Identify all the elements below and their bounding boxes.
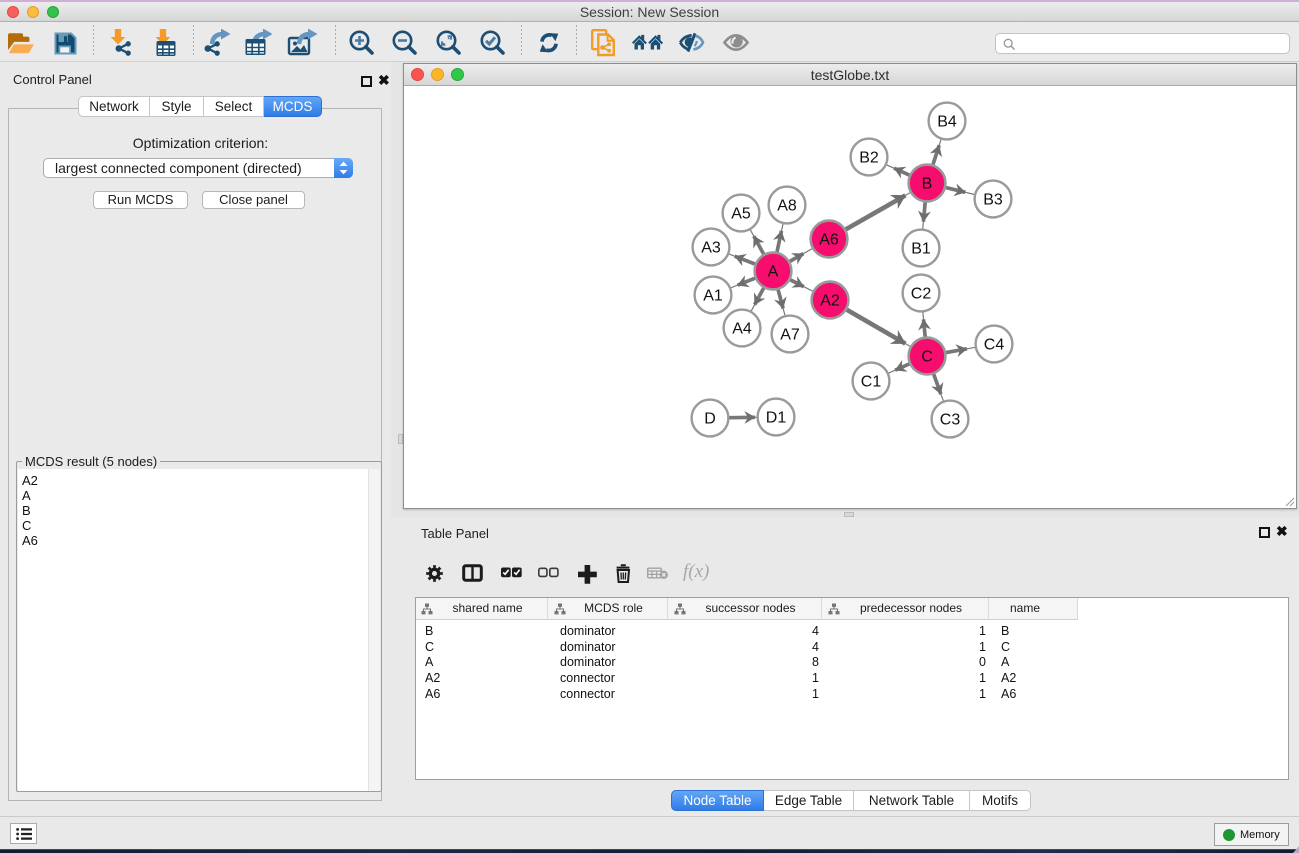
svg-text:B: B — [922, 176, 933, 193]
svg-text:C3: C3 — [940, 412, 961, 429]
svg-text:A4: A4 — [732, 321, 752, 338]
svg-text:C4: C4 — [984, 337, 1005, 354]
svg-text:A1: A1 — [703, 288, 723, 305]
svg-text:B2: B2 — [859, 150, 879, 167]
svg-text:A7: A7 — [780, 327, 800, 344]
svg-text:A6: A6 — [819, 232, 839, 249]
svg-text:B4: B4 — [937, 114, 957, 131]
svg-text:C: C — [921, 349, 933, 366]
svg-text:B1: B1 — [911, 241, 931, 258]
svg-text:A5: A5 — [731, 206, 751, 223]
svg-text:D1: D1 — [766, 410, 787, 427]
svg-text:B3: B3 — [983, 192, 1003, 209]
svg-text:C1: C1 — [861, 374, 882, 391]
svg-text:A2: A2 — [820, 293, 840, 310]
svg-text:C2: C2 — [911, 286, 932, 303]
svg-text:A: A — [768, 264, 779, 281]
svg-text:A3: A3 — [701, 240, 721, 257]
svg-text:D: D — [704, 411, 716, 428]
svg-text:A8: A8 — [777, 198, 797, 215]
